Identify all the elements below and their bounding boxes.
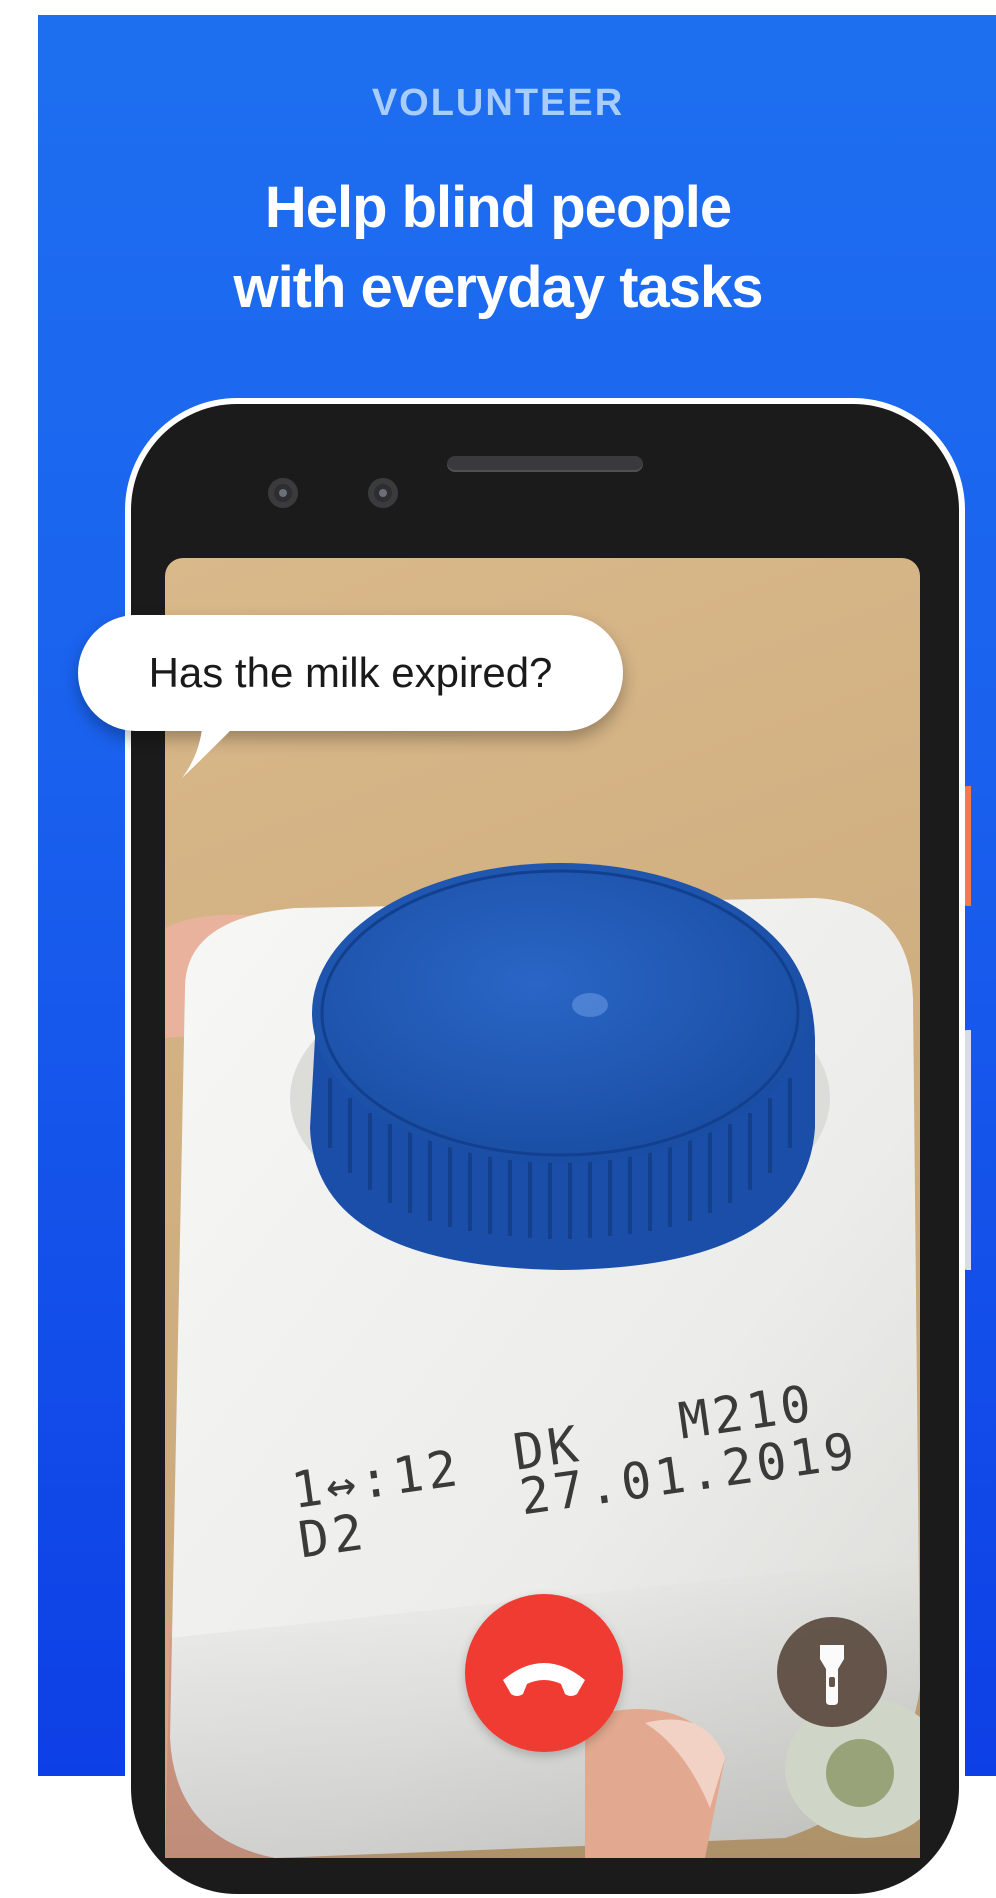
title-line-1: Help blind people: [264, 175, 732, 240]
eyebrow-label: VOLUNTEER: [371, 82, 625, 124]
flashlight-button[interactable]: [777, 1617, 887, 1727]
print-line2-left: D2: [295, 1503, 371, 1570]
phone-hangup-icon: [503, 1663, 585, 1696]
front-sensor-icon: [368, 478, 398, 508]
front-camera-icon: [268, 478, 298, 508]
earpiece-speaker: [447, 456, 643, 472]
question-text: Has the milk expired?: [148, 649, 553, 696]
page-title: Help blind people with everyday tasks: [0, 168, 996, 328]
flashlight-icon: [820, 1645, 844, 1705]
title-line-2: with everyday tasks: [233, 255, 763, 320]
end-call-button[interactable]: [465, 1594, 623, 1752]
